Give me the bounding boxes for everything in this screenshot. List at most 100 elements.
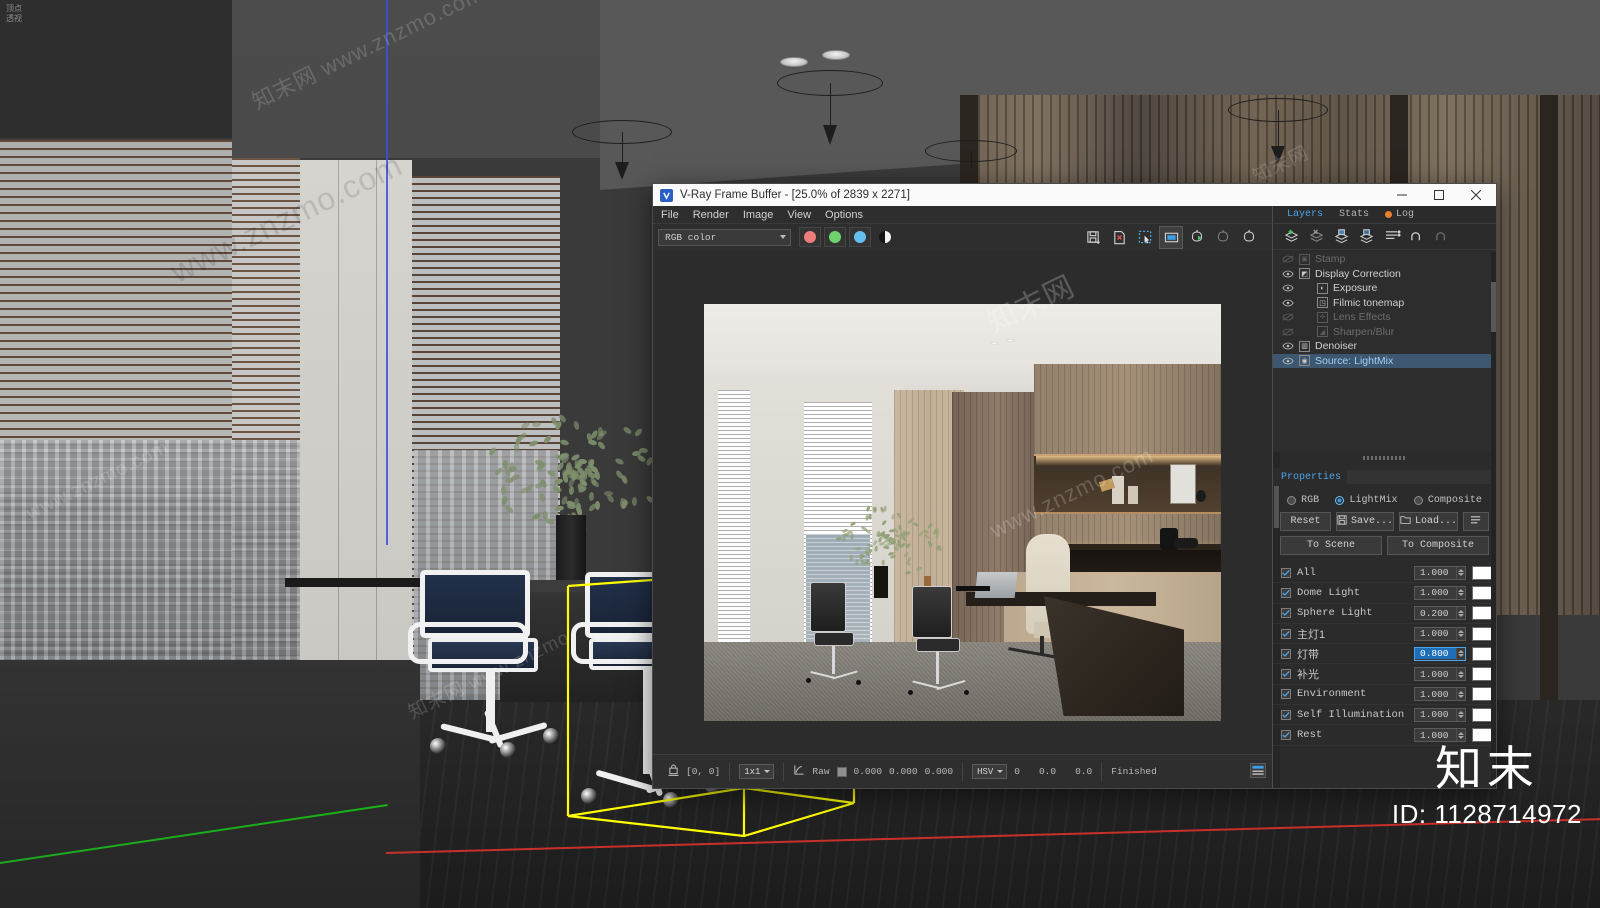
render-last-icon[interactable] <box>1185 226 1209 249</box>
properties-buttons-row-2[interactable]: To Scene To Composite <box>1280 536 1489 555</box>
lightmix-enable-checkbox[interactable] <box>1281 629 1291 639</box>
lightmix-color-swatch[interactable] <box>1472 586 1492 600</box>
panel-resize-grip[interactable] <box>1363 456 1407 460</box>
layers-panel[interactable]: Layers Stats Log ▣ Stamp ◩ Display Corre… <box>1273 206 1496 788</box>
layer-toolbar[interactable] <box>1273 224 1496 250</box>
vfb-status-bar[interactable]: [0, 0] 1x1 Raw 0.000 0.000 0.000 HSV 0 0… <box>653 754 1272 788</box>
red-channel-icon[interactable] <box>799 227 821 247</box>
lightmix-enable-checkbox[interactable] <box>1281 689 1291 699</box>
spinner-arrows-icon[interactable] <box>1456 607 1465 619</box>
close-button[interactable] <box>1457 184 1494 206</box>
spinner-arrows-icon[interactable] <box>1456 709 1465 721</box>
alpha-channel-icon[interactable] <box>874 227 896 247</box>
spinner-arrows-icon[interactable] <box>1456 628 1465 640</box>
tab-log[interactable]: Log <box>1377 208 1422 221</box>
panel-tabs[interactable]: Layers Stats Log <box>1273 206 1496 224</box>
layer-list-scrollbar[interactable] <box>1491 252 1496 788</box>
layer-list[interactable]: ▣ Stamp ◩ Display Correction ◐ Exposure ◳ Filmi… <box>1273 252 1496 452</box>
lightmix-intensity-input[interactable]: 1.000 <box>1414 708 1466 722</box>
stop-render-icon[interactable] <box>1237 226 1261 249</box>
lightmix-enable-checkbox[interactable] <box>1281 669 1291 679</box>
lightmix-color-swatch[interactable] <box>1472 627 1492 641</box>
lightmix-row[interactable]: 灯带 0.800 <box>1273 644 1496 664</box>
lightmix-intensity-input[interactable]: 1.000 <box>1414 586 1466 600</box>
to-composite-button[interactable]: To Composite <box>1387 536 1489 555</box>
lightmix-intensity-input[interactable]: 1.000 <box>1414 687 1466 701</box>
lightmix-row[interactable]: Sphere Light 0.200 <box>1273 604 1496 624</box>
layer-row[interactable]: ◢ Sharpen/Blur <box>1273 325 1496 340</box>
minimize-button[interactable] <box>1383 184 1420 206</box>
properties-buttons-row-1[interactable]: Reset Save... Load... <box>1280 512 1489 531</box>
delete-layer-icon[interactable] <box>1306 226 1328 248</box>
undo-icon[interactable] <box>1406 226 1428 248</box>
layer-list-icon[interactable] <box>1381 226 1403 248</box>
show-vfb-window-icon[interactable] <box>1159 226 1183 249</box>
lightmix-color-swatch[interactable] <box>1472 687 1492 701</box>
layer-visibility-icon[interactable] <box>1281 312 1294 322</box>
layer-row[interactable]: ▣ Stamp <box>1273 252 1496 267</box>
spinner-arrows-icon[interactable] <box>1456 648 1465 660</box>
lightmix-row[interactable]: Environment 1.000 <box>1273 685 1496 705</box>
histogram-icon[interactable] <box>1250 763 1266 781</box>
color-mode-select[interactable]: HSV <box>972 764 1007 779</box>
spinner-arrows-icon[interactable] <box>1456 688 1465 700</box>
save-image-vrimg-icon[interactable] <box>1107 226 1131 249</box>
layer-visibility-icon[interactable] <box>1281 341 1294 351</box>
menu-item-file[interactable]: File <box>661 209 679 221</box>
channel-swatches[interactable] <box>799 227 896 247</box>
layer-visibility-icon[interactable] <box>1281 356 1294 366</box>
lightmix-list[interactable]: All 1.000 Dome Light 1.000 Sphere Light 0.200… <box>1273 563 1496 788</box>
tab-layers[interactable]: Layers <box>1279 208 1331 221</box>
layer-visibility-icon[interactable] <box>1281 269 1294 279</box>
lightmix-row[interactable]: 补光 1.000 <box>1273 664 1496 684</box>
redo-icon[interactable] <box>1431 226 1453 248</box>
lock-pixel-icon[interactable] <box>668 764 679 779</box>
vfb-toolbar-right[interactable] <box>1081 226 1267 249</box>
layer-row[interactable]: ◳ Filmic tonemap <box>1273 296 1496 311</box>
zoom-level-select[interactable]: 1x1 <box>739 764 774 779</box>
layer-visibility-icon[interactable] <box>1281 254 1294 264</box>
lightmix-intensity-input[interactable]: 1.000 <box>1414 566 1466 580</box>
spinner-arrows-icon[interactable] <box>1456 587 1465 599</box>
tab-stats[interactable]: Stats <box>1331 208 1377 221</box>
lightmix-color-swatch[interactable] <box>1472 647 1492 661</box>
lightmix-enable-checkbox[interactable] <box>1281 568 1291 578</box>
vfb-toolbar[interactable]: RGB color <box>653 223 1272 250</box>
layer-visibility-icon[interactable] <box>1281 327 1294 337</box>
lightmix-color-swatch[interactable] <box>1472 728 1492 742</box>
lightmix-row[interactable]: Dome Light 1.000 <box>1273 583 1496 603</box>
render-icon[interactable] <box>1211 226 1235 249</box>
to-scene-button[interactable]: To Scene <box>1280 536 1382 555</box>
lightmix-color-swatch[interactable] <box>1472 667 1492 681</box>
channel-select[interactable]: RGB color <box>658 229 791 246</box>
lightmix-enable-checkbox[interactable] <box>1281 608 1291 618</box>
window-titlebar[interactable]: V-Ray Frame Buffer - [25.0% of 2839 x 22… <box>653 184 1496 206</box>
lightmix-intensity-input[interactable]: 0.200 <box>1414 606 1466 620</box>
lightmix-intensity-input[interactable]: 1.000 <box>1414 667 1466 681</box>
layer-visibility-icon[interactable] <box>1281 298 1294 308</box>
lightmix-enable-checkbox[interactable] <box>1281 588 1291 598</box>
save-button[interactable]: Save... <box>1336 512 1394 531</box>
duplicate-layer-icon[interactable] <box>1331 226 1353 248</box>
lightmix-enable-checkbox[interactable] <box>1281 649 1291 659</box>
vray-frame-buffer-window[interactable]: V-Ray Frame Buffer - [25.0% of 2839 x 22… <box>652 183 1497 789</box>
copy-layer-icon[interactable] <box>1356 226 1378 248</box>
lightmix-row[interactable]: Rest 1.000 <box>1273 725 1496 745</box>
menu-item-view[interactable]: View <box>787 209 811 221</box>
mode-radio-composite[interactable]: Composite <box>1414 495 1482 506</box>
lightmix-row[interactable]: 主灯1 1.000 <box>1273 624 1496 644</box>
save-image-icon[interactable] <box>1081 226 1105 249</box>
lightmix-enable-checkbox[interactable] <box>1281 710 1291 720</box>
properties-mode-radios[interactable]: RGB LightMix Composite <box>1273 490 1496 510</box>
menu-item-render[interactable]: Render <box>693 209 729 221</box>
rendered-image[interactable] <box>704 304 1221 721</box>
blue-channel-icon[interactable] <box>849 227 871 247</box>
load-button[interactable]: Load... <box>1399 512 1458 531</box>
spinner-arrows-icon[interactable] <box>1456 567 1465 579</box>
lightmix-menu-button[interactable] <box>1463 512 1489 531</box>
region-render-icon[interactable] <box>1133 226 1157 249</box>
color-picker-icon[interactable] <box>793 764 805 779</box>
maximize-button[interactable] <box>1420 184 1457 206</box>
add-layer-icon[interactable] <box>1281 226 1303 248</box>
layer-row[interactable]: ✛ Lens Effects <box>1273 310 1496 325</box>
